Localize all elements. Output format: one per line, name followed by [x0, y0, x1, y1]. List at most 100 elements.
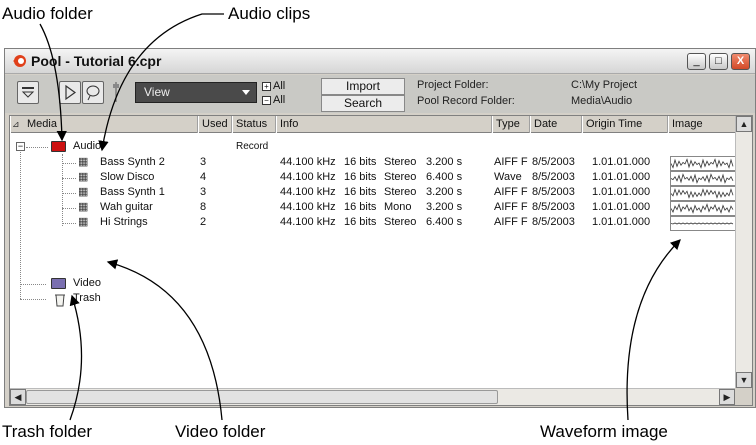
play-icon — [65, 84, 77, 101]
clip-used: 3 — [200, 156, 207, 168]
info-panel-icon — [21, 87, 35, 98]
clip-date: 8/5/2003 — [532, 201, 575, 213]
clip-bit-depth: 16 bits — [344, 156, 377, 168]
collapse-all-label: All — [273, 94, 286, 106]
scroll-left-icon[interactable]: ◀ — [10, 389, 26, 405]
maximize-button[interactable]: □ — [709, 53, 728, 70]
pool-list: ⊿ Media Used Status Info Type Date Origi… — [9, 115, 753, 406]
waveform-image — [670, 201, 736, 216]
title-bar[interactable]: Pool - Tutorial 6.cpr _ □ X — [5, 49, 755, 74]
window-title: Pool - Tutorial 6.cpr — [31, 53, 162, 69]
clip-name: Bass Synth 1 — [100, 186, 165, 198]
clip-length: 3.200 s — [426, 186, 463, 198]
project-folder-value: C:\My Project — [571, 79, 638, 91]
tree-line — [20, 284, 46, 285]
waveform-image — [670, 156, 736, 171]
callout-waveform-image: Waveform image — [540, 422, 668, 441]
expand-all-button[interactable]: + All — [262, 80, 285, 92]
loop-button[interactable] — [82, 81, 104, 104]
clip-type: AIFF F — [494, 156, 528, 168]
scroll-up-icon[interactable]: ▲ — [736, 116, 752, 132]
tree-line — [62, 154, 63, 226]
callout-trash-folder: Trash folder — [2, 422, 93, 441]
column-date[interactable]: Date — [530, 116, 582, 133]
column-used[interactable]: Used — [198, 116, 232, 133]
volume-slider[interactable] — [109, 79, 123, 105]
project-folder-label: Project Folder: — [417, 79, 489, 91]
loop-icon — [86, 85, 100, 101]
resize-grip[interactable] — [735, 388, 752, 405]
waveform-graphic — [670, 203, 734, 214]
clip-sample-rate: 44.100 kHz — [280, 171, 336, 183]
waveform-image — [670, 171, 736, 186]
column-origin-time[interactable]: Origin Time — [582, 116, 668, 133]
toolbar: View + All − All Import Search Project Fol… — [5, 75, 755, 113]
expand-all-label: All — [273, 80, 286, 92]
callout-audio-folder: Audio folder — [2, 4, 93, 23]
clip-channels: Stereo — [384, 216, 417, 228]
clip-type: AIFF F — [494, 186, 528, 198]
clip-bit-depth: 16 bits — [344, 216, 377, 228]
column-status[interactable]: Status — [232, 116, 276, 133]
tree-line — [26, 147, 48, 148]
column-media[interactable]: Media — [10, 116, 198, 133]
audio-clip-icon: ▦ — [78, 201, 89, 213]
clip-length: 3.200 s — [426, 156, 463, 168]
column-header: ⊿ Media Used Status Info Type Date Origi… — [10, 116, 752, 133]
plus-icon: + — [262, 81, 271, 91]
tree-line — [20, 147, 21, 299]
clip-origin-time: 1.01.01.000 — [592, 201, 651, 213]
scroll-right-icon[interactable]: ▶ — [719, 389, 735, 405]
clip-date: 8/5/2003 — [532, 171, 575, 183]
tree-line — [62, 208, 76, 209]
trash-folder-name: Trash — [73, 292, 101, 304]
column-image[interactable]: Image — [668, 116, 736, 133]
minimize-button[interactable]: _ — [687, 53, 706, 70]
clip-date: 8/5/2003 — [532, 156, 575, 168]
view-dropdown[interactable]: View — [135, 82, 257, 103]
clip-bit-depth: 16 bits — [344, 201, 377, 213]
play-button[interactable] — [59, 81, 81, 104]
clip-sample-rate: 44.100 kHz — [280, 156, 336, 168]
clip-origin-time: 1.01.01.000 — [592, 156, 651, 168]
clip-date: 8/5/2003 — [532, 216, 575, 228]
view-dropdown-value: View — [144, 85, 170, 99]
clip-used: 3 — [200, 186, 207, 198]
clip-type: AIFF F — [494, 201, 528, 213]
video-folder-name: Video — [73, 277, 101, 289]
import-button[interactable]: Import — [321, 78, 405, 95]
horizontal-scrollbar[interactable]: ◀ ▶ — [10, 388, 736, 405]
tree-line — [62, 163, 76, 164]
clip-sample-rate: 44.100 kHz — [280, 186, 336, 198]
clip-origin-time: 1.01.01.000 — [592, 186, 651, 198]
vertical-scrollbar[interactable]: ▲ ▼ — [735, 116, 752, 405]
waveform-graphic — [670, 222, 734, 225]
close-button[interactable]: X — [731, 53, 750, 70]
clip-date: 8/5/2003 — [532, 186, 575, 198]
app-logo-icon — [13, 55, 26, 67]
audio-folder-status: Record — [236, 141, 269, 152]
clip-name: Hi Strings — [100, 216, 148, 228]
clip-sample-rate: 44.100 kHz — [280, 216, 336, 228]
pool-record-folder-label: Pool Record Folder: — [417, 95, 515, 107]
clip-bit-depth: 16 bits — [344, 186, 377, 198]
scroll-down-icon[interactable]: ▼ — [736, 372, 752, 388]
search-button[interactable]: Search — [321, 95, 405, 112]
audio-clip-icon: ▦ — [78, 216, 89, 228]
horizontal-scroll-thumb[interactable] — [26, 390, 498, 404]
tree-line — [62, 223, 76, 224]
clip-type: AIFF F — [494, 216, 528, 228]
info-toggle-button[interactable] — [17, 81, 39, 104]
column-info[interactable]: Info — [276, 116, 492, 133]
audio-clip-icon: ▦ — [78, 156, 89, 168]
collapse-toggle-icon[interactable]: − — [16, 142, 25, 151]
clip-name: Slow Disco — [100, 171, 155, 183]
clip-type: Wave — [494, 171, 522, 183]
column-type[interactable]: Type — [492, 116, 530, 133]
clip-used: 2 — [200, 216, 207, 228]
clip-sample-rate: 44.100 kHz — [280, 201, 336, 213]
clip-channels: Stereo — [384, 156, 417, 168]
collapse-all-button[interactable]: − All — [262, 94, 285, 106]
pool-record-folder-value: Media\Audio — [571, 95, 633, 107]
clip-channels: Stereo — [384, 171, 417, 183]
